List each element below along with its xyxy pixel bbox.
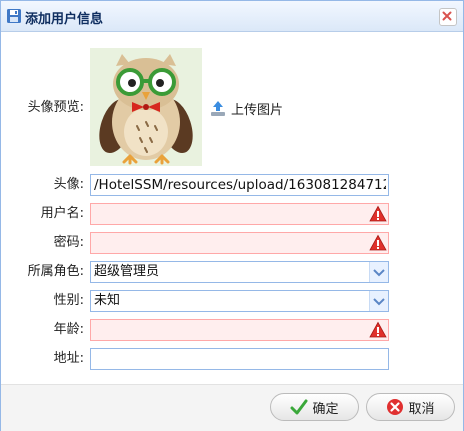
- upload-image-label: 上传图片: [231, 102, 284, 118]
- dialog-body: 头像预览: 上传图片 头像: /HotelSSM/resources/uploa…: [1, 32, 463, 384]
- gender-dropdown-button[interactable]: [369, 291, 388, 311]
- address-input[interactable]: [90, 348, 389, 370]
- gender-combobox[interactable]: 未知: [90, 290, 389, 312]
- save-icon: [7, 9, 21, 23]
- address-label: 地址:: [53, 351, 84, 366]
- confirm-button[interactable]: 确定: [270, 393, 359, 421]
- role-label: 所属角色:: [27, 264, 84, 279]
- dialog-titlebar: 添加用户信息: [1, 1, 463, 32]
- role-combobox[interactable]: 超级管理员: [90, 261, 389, 283]
- close-icon: [442, 11, 452, 21]
- cancel-button[interactable]: 取消: [366, 393, 455, 421]
- check-icon: [290, 399, 308, 415]
- add-user-dialog: 添加用户信息 头像预览: 上传图片 头像: /HotelSSM/resource…: [0, 0, 464, 431]
- close-button[interactable]: [439, 8, 457, 26]
- avatar-path-field[interactable]: /HotelSSM/resources/upload/1630812847123: [90, 174, 389, 196]
- role-dropdown-button[interactable]: [369, 262, 388, 282]
- password-input[interactable]: [90, 232, 389, 254]
- warning-icon: [369, 234, 387, 251]
- dialog-title: 添加用户信息: [25, 12, 104, 27]
- age-input[interactable]: [90, 319, 389, 341]
- username-input[interactable]: [90, 203, 389, 225]
- confirm-label: 确定: [312, 401, 339, 417]
- upload-icon: [211, 101, 225, 116]
- avatar-preview-label: 头像预览:: [27, 100, 84, 115]
- warning-icon: [369, 205, 387, 222]
- password-label: 密码:: [53, 235, 84, 250]
- avatar-label: 头像:: [53, 177, 84, 192]
- avatar-preview-image: [90, 48, 202, 166]
- chevron-down-icon: [373, 298, 385, 306]
- chevron-down-icon: [373, 269, 385, 277]
- owl-avatar-icon: [90, 48, 202, 166]
- gender-value: 未知: [94, 293, 121, 308]
- age-label: 年龄:: [53, 322, 84, 337]
- gender-label: 性别:: [53, 293, 84, 308]
- dialog-footer: 确定 取消: [1, 384, 463, 431]
- username-label: 用户名:: [40, 206, 84, 221]
- warning-icon: [369, 321, 387, 338]
- avatar-path-value: /HotelSSM/resources/upload/1630812847123: [94, 177, 386, 193]
- upload-image-button[interactable]: 上传图片: [209, 97, 283, 119]
- cancel-label: 取消: [408, 401, 435, 417]
- role-value: 超级管理员: [94, 264, 160, 279]
- cancel-icon: [387, 399, 404, 415]
